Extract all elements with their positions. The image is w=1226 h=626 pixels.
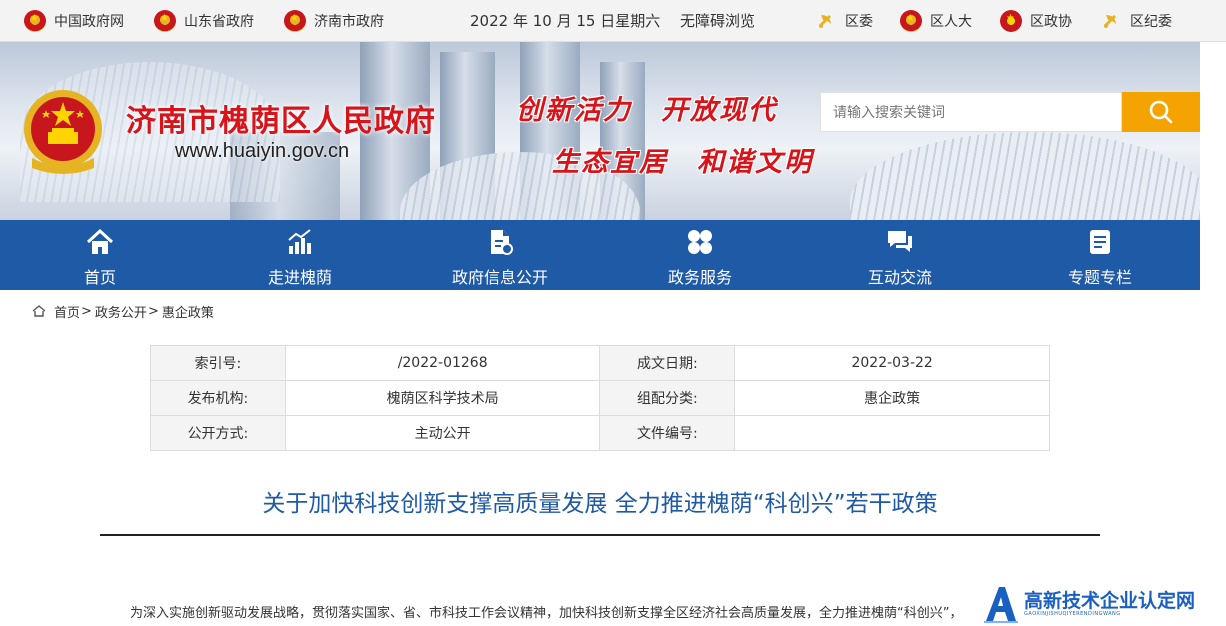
nav-label: 首页 [83,268,116,287]
header-banner: 济南市槐荫区人民政府 www.huaiyin.gov.cn 创新活力 开放现代 … [0,42,1200,220]
nav-item-topics[interactable]: 专题专栏 [1000,220,1200,290]
category-label: 组配分类: [599,380,736,416]
dome-bg [850,132,1200,220]
nav-item-home[interactable]: 首页 [0,220,200,290]
site-title: 济南市槐荫区人民政府 [126,104,436,139]
breadcrumb: 首页 > 政务公开 > 惠企政策 [32,300,214,322]
search-button[interactable] [1122,92,1200,132]
breadcrumb-separator: > [81,303,92,319]
site-url: www.huaiyin.gov.cn [175,140,350,162]
grid-icon [688,230,712,254]
nav-item-services[interactable]: 政务服务 [600,220,800,290]
index-number-value: /2022-01268 [284,345,601,381]
index-number-label: 索引号: [150,345,286,381]
link-jinan-gov[interactable]: 济南市政府 [284,9,384,33]
breadcrumb-gov-affairs[interactable]: 政务公开 [95,302,147,321]
search-icon [1149,100,1173,124]
nav-item-about[interactable]: 走进槐荫 [200,220,400,290]
link-district-congress[interactable]: 区人大 [900,9,972,33]
main-nav: 首页 走进槐荫 政府信息公开 政务服务 互动交流 专题专栏 [0,220,1200,290]
slogan-line-2: 生态宜居 和谐文明 [552,147,813,178]
file-number-label: 文件编号: [599,415,736,451]
table-row: 发布机构: 槐荫区科学技术局 组配分类: 惠企政策 [150,380,1050,416]
link-district-committee[interactable]: 区委 [815,9,873,33]
breadcrumb-home[interactable]: 首页 [54,302,80,321]
list-icon [1090,230,1110,254]
issue-date-value: 2022-03-22 [734,345,1050,381]
publisher-label: 发布机构: [150,380,286,416]
chart-up-icon [288,229,311,254]
publisher-value: 槐荫区科学技术局 [284,380,601,416]
party-emblem-icon [818,14,832,28]
link-shandong-gov[interactable]: 山东省政府 [154,9,254,33]
issue-date-label: 成文日期: [599,345,736,381]
national-emblem-icon [154,10,176,32]
article-title: 关于加快科技创新支撑高质量发展 全力推进槐荫“科创兴”若干政策 [262,491,938,517]
watermark-title: 高新技术企业认定网 [1024,590,1196,612]
breadcrumb-current[interactable]: 惠企政策 [162,302,214,321]
national-emblem-icon [900,10,922,32]
nav-label: 互动交流 [867,268,932,287]
nav-item-gov-info[interactable]: 政府信息公开 [400,220,600,290]
nav-label: 政府信息公开 [451,268,548,287]
title-divider [100,534,1100,536]
category-value: 惠企政策 [734,380,1050,416]
accessibility-link[interactable]: 无障碍浏览 [680,9,755,33]
chat-icon [888,231,912,252]
national-emblem-icon [24,10,46,32]
home-icon [32,305,46,317]
watermark: 高新技术企业认定网 GAOXINJISHUQIYERENDINGWANG [984,582,1226,626]
nav-item-interaction[interactable]: 互动交流 [800,220,1000,290]
national-emblem-logo [24,90,102,174]
search-input[interactable] [820,92,1122,132]
link-district-cppcc[interactable]: 区政协 [1000,9,1072,33]
link-district-discipline[interactable]: 区纪委 [1100,9,1172,33]
link-china-gov[interactable]: 中国政府网 [24,9,124,33]
slogan-line-1: 创新活力 开放现代 [516,95,777,126]
nav-label: 专题专栏 [1067,268,1132,287]
breadcrumb-separator: > [147,303,159,319]
disclosure-method-value: 主动公开 [284,415,601,451]
cppcc-emblem-icon [1000,10,1022,32]
article-paragraph: 为深入实施创新驱动发展战略，贯彻落实国家、省、市科技工作会议精神，加快科技创新支… [130,606,963,621]
current-date: 2022 年 10 月 15 日星期六 [470,12,661,30]
disclosure-method-label: 公开方式: [150,415,286,451]
nav-label: 走进槐荫 [267,268,332,287]
watermark-logo-icon [984,587,1018,623]
home-icon [86,228,114,254]
nav-label: 政务服务 [667,268,732,287]
table-row: 索引号: /2022-01268 成文日期: 2022-03-22 [150,345,1050,381]
top-bar: 中国政府网 山东省政府 济南市政府 2022 年 10 月 15 日星期六 无障… [0,0,1226,42]
table-row: 公开方式: 主动公开 文件编号: [150,415,1050,451]
party-emblem-icon [1103,14,1117,28]
document-icon [491,230,513,255]
national-emblem-icon [284,10,306,32]
document-meta-table: 索引号: /2022-01268 成文日期: 2022-03-22 发布机构: … [150,345,1050,451]
file-number-value [734,415,1050,451]
